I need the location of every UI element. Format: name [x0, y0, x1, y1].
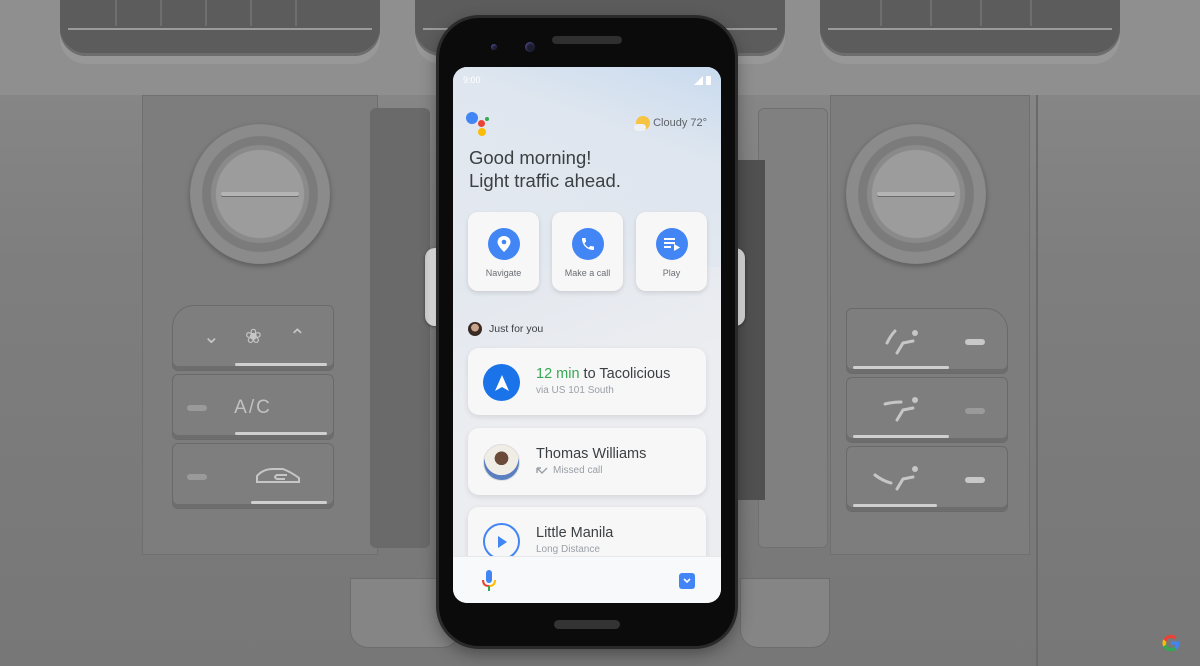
eta-highlight: 12 min: [536, 366, 580, 382]
home-indicator: [554, 620, 620, 629]
google-g-logo: [1162, 634, 1180, 652]
bottom-bar: [453, 556, 721, 603]
recirculate-button[interactable]: [172, 443, 334, 509]
contact-avatar: [483, 444, 520, 481]
location-pin-icon: [497, 236, 510, 252]
ac-label: A/C: [234, 397, 272, 418]
signal-icon: [694, 75, 703, 85]
user-avatar[interactable]: [468, 322, 482, 336]
partly-cloudy-icon: [634, 116, 651, 131]
card-subtitle: Long Distance: [536, 544, 600, 555]
greeting: Good morning! Light traffic ahead.: [469, 146, 621, 192]
destination: to Tacolicious: [579, 366, 671, 382]
card-title: Little Manila: [536, 525, 614, 541]
chevron-down-icon[interactable]: ⌄: [203, 324, 220, 349]
weather-condition: Cloudy: [653, 117, 688, 129]
front-sensor: [491, 44, 497, 50]
temperature-knob-right[interactable]: [846, 124, 986, 264]
play-icon[interactable]: [483, 523, 520, 560]
card-title: 12 min to Tacolicious: [536, 366, 670, 382]
greeting-line-2: Light traffic ahead.: [469, 170, 621, 191]
missed-call-icon: [536, 466, 548, 474]
suggestion-card-missed-call[interactable]: Thomas Williams Missed call: [468, 428, 706, 495]
center-recess-right: [758, 108, 828, 548]
chevron-up-icon[interactable]: ⌃: [289, 324, 306, 349]
assistant-driving-screen: 9:00 Cloudy 72° Good morning! Light traf…: [453, 67, 721, 603]
microphone-icon[interactable]: [481, 569, 497, 593]
earpiece-speaker: [552, 36, 622, 44]
front-camera: [525, 42, 535, 52]
storage-tray-right: [740, 578, 830, 648]
airflow-feet-button[interactable]: [846, 446, 1008, 512]
airflow-face-button[interactable]: [846, 308, 1008, 374]
chevron-down-icon: [683, 578, 691, 584]
airflow-body-button[interactable]: [846, 377, 1008, 443]
keyboard-toggle-button[interactable]: [679, 573, 695, 589]
navigate-label: Navigate: [485, 268, 522, 278]
phone-icon: [581, 238, 594, 250]
just-for-you-header: Just for you: [468, 322, 543, 336]
fan-speed-button[interactable]: ⌄ ❀ ⌃: [172, 305, 334, 371]
greeting-line-1: Good morning!: [469, 147, 592, 168]
make-a-call-button[interactable]: Make a call: [552, 212, 623, 291]
playlist-play-icon: [663, 238, 680, 251]
airflow-feet-icon: [873, 466, 918, 491]
ac-button[interactable]: A/C: [172, 374, 334, 440]
status-time: 9:00: [463, 75, 481, 85]
suggestion-card-navigation[interactable]: 12 min to Tacolicious via US 101 South: [468, 348, 706, 415]
hvac-right-stack: [846, 308, 1008, 515]
hvac-left-stack: ⌄ ❀ ⌃ A/C: [172, 305, 334, 512]
navigation-arrow-icon: [483, 364, 520, 401]
airflow-face-icon: [885, 329, 918, 355]
weather-chip[interactable]: Cloudy 72°: [634, 116, 707, 131]
panel-seam: [1036, 95, 1038, 666]
quick-actions: Navigate Make a call Play: [468, 212, 707, 291]
center-recess-left: [370, 108, 430, 548]
temperature-knob-left[interactable]: [190, 124, 330, 264]
card-subtitle: Missed call: [536, 465, 602, 476]
recirculate-icon: [256, 468, 300, 483]
airflow-body-icon: [883, 397, 918, 422]
missed-call-text: Missed call: [553, 465, 603, 476]
make-a-call-label: Make a call: [564, 268, 611, 278]
card-subtitle: via US 101 South: [536, 385, 614, 396]
play-label: Play: [662, 268, 681, 278]
air-vent-right: [820, 0, 1120, 56]
play-button[interactable]: Play: [636, 212, 707, 291]
fan-icon: ❀: [245, 326, 262, 348]
battery-icon: [706, 75, 711, 85]
section-title: Just for you: [489, 323, 544, 335]
phone: 9:00 Cloudy 72° Good morning! Light traf…: [439, 18, 735, 646]
status-bar: 9:00: [463, 73, 711, 87]
navigate-button[interactable]: Navigate: [468, 212, 539, 291]
card-title: Thomas Williams: [536, 446, 647, 462]
air-vent-left: [60, 0, 380, 56]
weather-temperature: 72°: [690, 117, 707, 129]
google-assistant-icon[interactable]: [466, 112, 492, 138]
